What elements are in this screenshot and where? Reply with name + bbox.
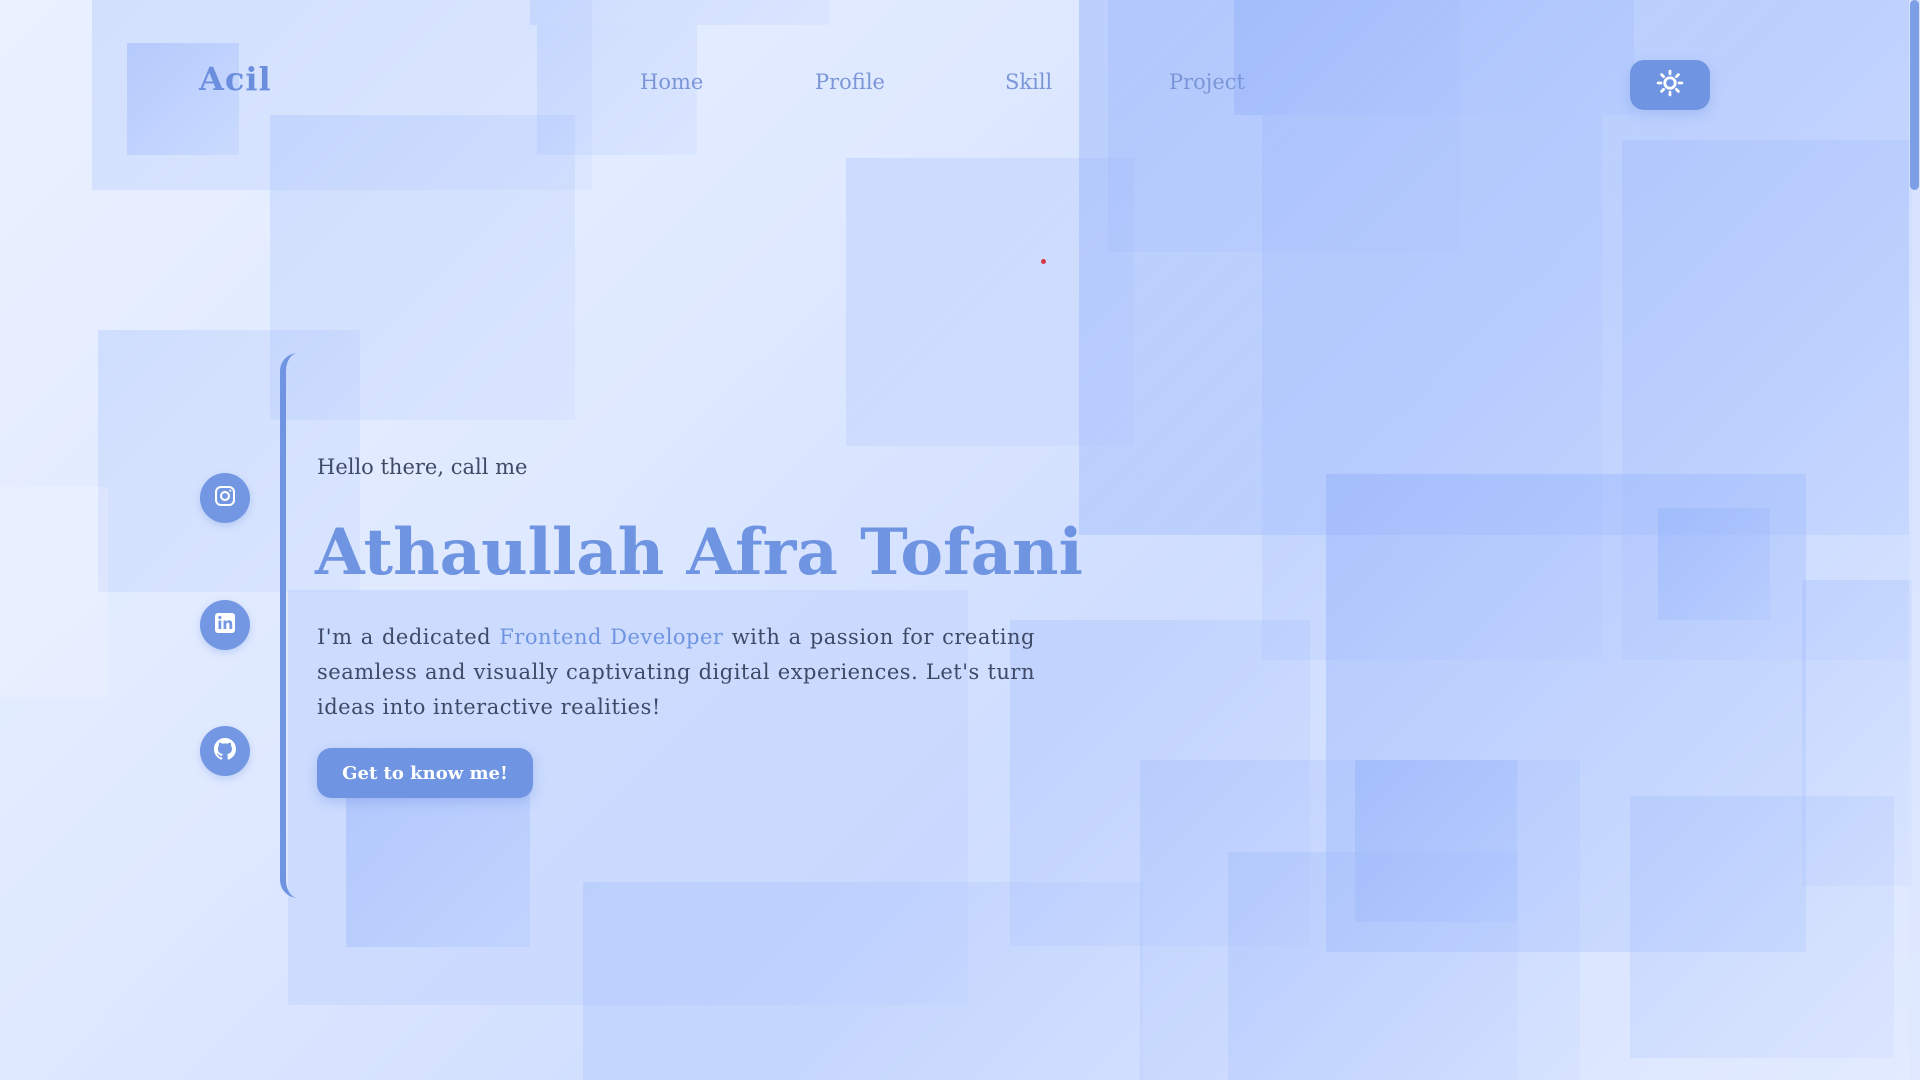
- nav-skill[interactable]: Skill: [1005, 70, 1052, 94]
- nav-project[interactable]: Project: [1169, 70, 1245, 94]
- hero-accent-line: [280, 353, 298, 898]
- linkedin-button[interactable]: [200, 600, 250, 650]
- hero-description: I'm a dedicated Frontend Developer with …: [317, 620, 1035, 725]
- site-logo[interactable]: Acil: [199, 60, 272, 98]
- sun-icon: [1656, 69, 1684, 101]
- nav-home[interactable]: Home: [640, 70, 703, 94]
- decorative-dot: [1041, 259, 1046, 264]
- theme-toggle-button[interactable]: [1630, 60, 1710, 110]
- scrollbar-thumb[interactable]: [1910, 0, 1919, 190]
- get-to-know-me-button[interactable]: Get to know me!: [317, 748, 533, 798]
- github-icon: [212, 736, 238, 766]
- hero-greeting: Hello there, call me: [317, 455, 528, 479]
- instagram-icon: [213, 484, 237, 512]
- github-button[interactable]: [200, 726, 250, 776]
- hero-description-part: I'm a dedicated: [317, 625, 500, 649]
- linkedin-icon: [213, 611, 237, 639]
- hero-role-highlight: Frontend Developer: [499, 625, 724, 649]
- instagram-button[interactable]: [200, 473, 250, 523]
- hero-name: Athaullah Afra Tofani: [315, 515, 1083, 590]
- nav-profile[interactable]: Profile: [815, 70, 885, 94]
